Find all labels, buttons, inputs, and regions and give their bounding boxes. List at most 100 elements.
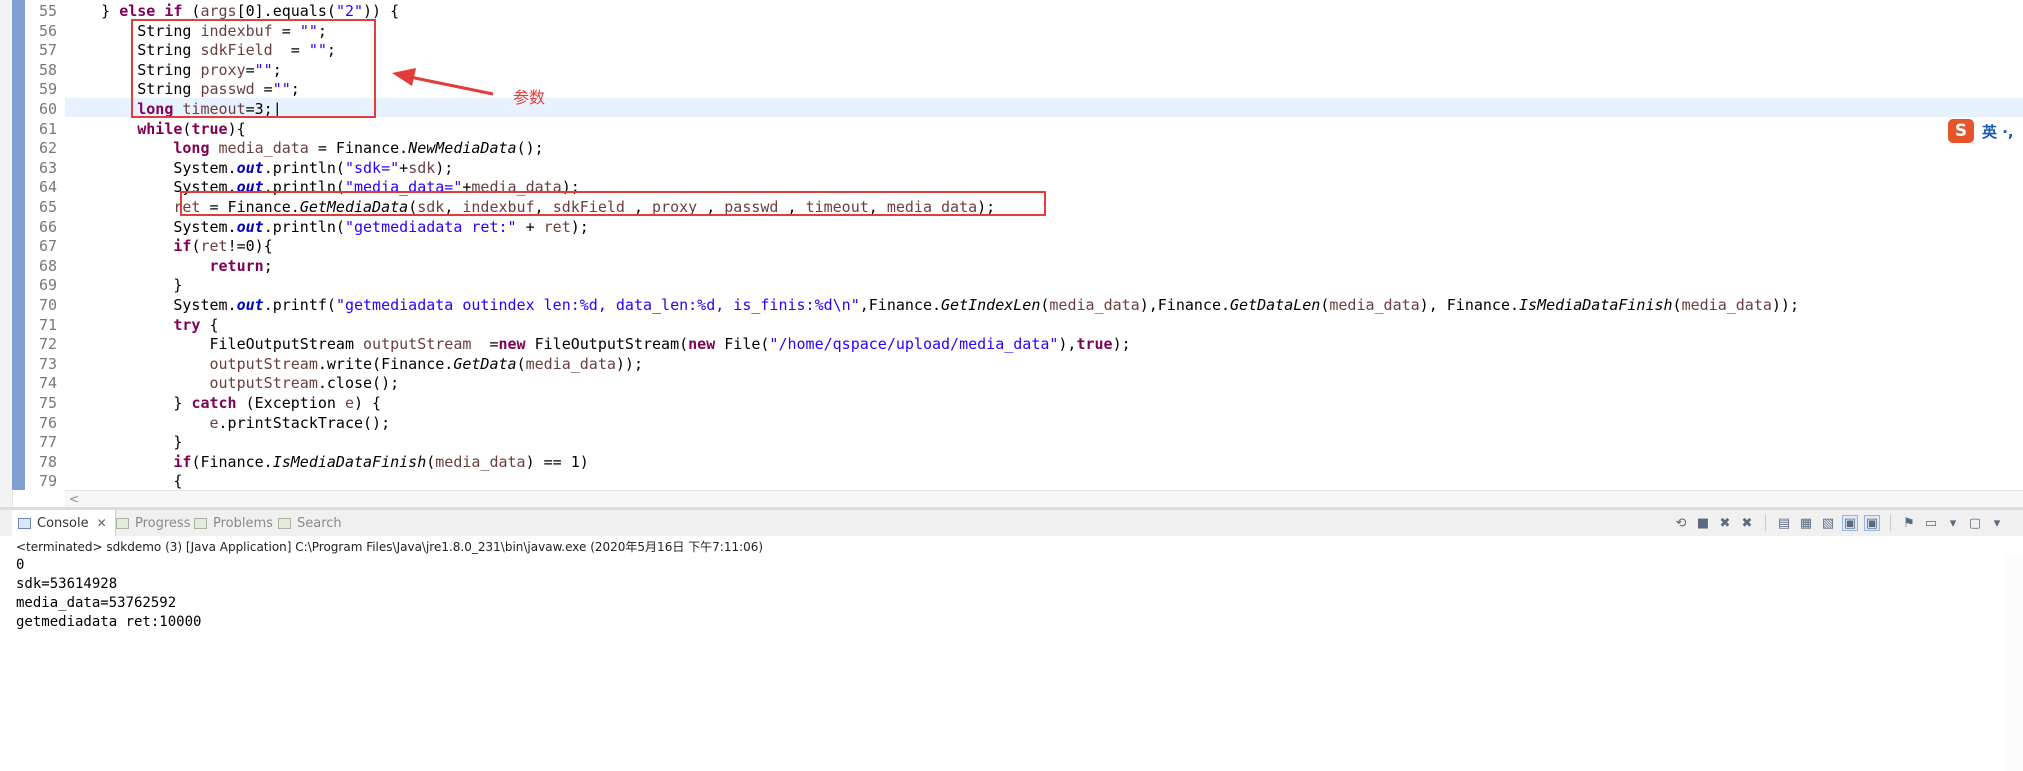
code-text: } catch (Exception e) { bbox=[65, 394, 382, 412]
line-number: 76 bbox=[38, 413, 57, 432]
ime-mode-text: 英 ·, bbox=[1982, 122, 2014, 141]
code-line[interactable]: 72 FileOutputStream outputStream =new Fi… bbox=[39, 335, 1131, 354]
console-output-line: sdk=53614928 bbox=[16, 576, 118, 592]
line-number: 64 bbox=[38, 178, 57, 197]
tab-label: Progress bbox=[135, 515, 191, 531]
code-line[interactable]: 76 e.printStackTrace(); bbox=[39, 413, 391, 433]
console-output-area[interactable] bbox=[0, 536, 2023, 771]
search-icon bbox=[278, 517, 291, 529]
show-on-stdout-icon[interactable]: ▣ bbox=[1842, 515, 1858, 531]
tab-label: Search bbox=[297, 515, 342, 531]
pin-console-icon[interactable]: ⚑ bbox=[1901, 515, 1917, 531]
code-line[interactable]: 70 System.out.printf("getmediadata outin… bbox=[39, 296, 1799, 315]
tab-progress[interactable]: Progress bbox=[110, 510, 190, 536]
line-number: 57 bbox=[38, 41, 57, 60]
console-output-line: 0 bbox=[16, 557, 25, 573]
annotation-arrow-icon bbox=[392, 68, 494, 96]
console-output: 0 sdk=53614928 media_data=53762592 getmedia… bbox=[16, 556, 201, 632]
tab-label: Problems bbox=[213, 515, 273, 531]
line-number: 63 bbox=[38, 158, 57, 177]
code-text: System.out.printf("getmediadata outindex… bbox=[65, 296, 1799, 314]
code-text: outputStream.close(); bbox=[209, 374, 400, 393]
code-line[interactable]: 78 if(Finance.IsMediaDataFinish(media_da… bbox=[39, 452, 589, 472]
annotation-label: 参数 bbox=[513, 88, 546, 107]
chevron-down-icon[interactable]: ▾ bbox=[1989, 515, 2005, 531]
code-text: long media_data = Finance.NewMediaData()… bbox=[173, 139, 544, 158]
problems-icon bbox=[194, 517, 207, 529]
code-text: return; bbox=[209, 256, 273, 275]
code-line[interactable]: 79 { bbox=[39, 472, 183, 491]
code-line[interactable]: 77 } bbox=[39, 433, 183, 452]
getmediadata-call-highlight-box bbox=[180, 191, 1046, 216]
line-number: 55 bbox=[38, 2, 57, 20]
tab-problems[interactable]: Problems bbox=[188, 510, 273, 536]
close-icon[interactable]: ✕ bbox=[97, 516, 107, 530]
console-output-line: getmediadata ret:10000 bbox=[16, 614, 202, 630]
code-editor[interactable]: 55 } else if (args[0].equals("2")) {56 S… bbox=[0, 0, 2023, 507]
remove-all-icon[interactable]: ✖ bbox=[1739, 515, 1755, 531]
code-text: System.out.println("getmediadata ret:" +… bbox=[65, 217, 589, 236]
terminate-icon[interactable]: ■ bbox=[1695, 515, 1711, 531]
console-view-header: Console ✕ Progress Problems Search ⟲ ■ ✖… bbox=[0, 510, 2023, 537]
code-text: } bbox=[65, 433, 183, 452]
line-number: 60 bbox=[38, 100, 57, 118]
progress-icon bbox=[116, 517, 129, 529]
code-line[interactable]: 74 outputStream.close(); bbox=[39, 374, 400, 393]
code-line[interactable]: 62 long media_data = Finance.NewMediaDat… bbox=[39, 139, 544, 158]
show-on-stderr-icon[interactable]: ▣ bbox=[1864, 515, 1880, 531]
code-line[interactable]: 67 if(ret!=0){ bbox=[39, 237, 273, 256]
code-text: } bbox=[65, 276, 183, 295]
link-icon[interactable]: ⟲ bbox=[1673, 515, 1689, 531]
remove-launch-icon[interactable]: ✖ bbox=[1717, 515, 1733, 531]
console-icon bbox=[18, 517, 31, 529]
code-line[interactable]: 69 } bbox=[39, 276, 183, 295]
line-number: 78 bbox=[38, 452, 57, 471]
line-number: 70 bbox=[38, 296, 57, 314]
clear-console-icon[interactable]: ▤ bbox=[1776, 515, 1792, 531]
code-line[interactable]: 75 } catch (Exception e) { bbox=[39, 394, 382, 413]
new-console-icon[interactable]: ▢ bbox=[1967, 515, 1983, 531]
code-text: outputStream.write(Finance.GetData(media… bbox=[209, 354, 644, 373]
line-number: 65 bbox=[38, 198, 57, 216]
code-line[interactable]: 71 try { bbox=[39, 315, 219, 335]
line-number: 72 bbox=[38, 335, 57, 354]
line-number: 58 bbox=[38, 60, 57, 79]
code-text: { bbox=[65, 472, 183, 491]
terminated-status: <terminated> sdkdemo (3) [Java Applicati… bbox=[16, 540, 764, 554]
toolbar-divider bbox=[1765, 515, 1766, 531]
code-line[interactable]: 66 System.out.println("getmediadata ret:… bbox=[39, 217, 589, 237]
line-number: 61 bbox=[38, 119, 57, 138]
line-number: 77 bbox=[38, 433, 57, 452]
scroll-left-arrow-icon[interactable]: < bbox=[69, 491, 79, 507]
line-number: 62 bbox=[38, 139, 57, 158]
code-line[interactable]: 61 while(true){ bbox=[39, 120, 246, 139]
line-number: 75 bbox=[38, 394, 57, 412]
code-text: e.printStackTrace(); bbox=[209, 413, 391, 432]
code-text: FileOutputStream outputStream =new FileO… bbox=[65, 335, 1131, 354]
line-number: 74 bbox=[38, 374, 57, 393]
editor-horizontal-scrollbar[interactable]: < bbox=[65, 490, 2023, 507]
scroll-lock-icon[interactable]: ▦ bbox=[1798, 515, 1814, 531]
code-text: if(ret!=0){ bbox=[173, 237, 273, 256]
line-number: 67 bbox=[38, 237, 57, 256]
tab-search[interactable]: Search bbox=[272, 510, 342, 536]
word-wrap-icon[interactable]: ▧ bbox=[1820, 515, 1836, 531]
sogou-ime-icon: S bbox=[1948, 119, 1974, 143]
display-console-icon[interactable]: ▭ bbox=[1923, 515, 1939, 531]
tab-console[interactable]: Console ✕ bbox=[12, 510, 116, 536]
code-text: System.out.println("sdk="+sdk); bbox=[65, 158, 454, 177]
code-line[interactable]: 63 System.out.println("sdk="+sdk); bbox=[39, 158, 454, 178]
chevron-down-icon[interactable]: ▾ bbox=[1945, 515, 1961, 531]
console-output-line: media_data=53762592 bbox=[16, 595, 177, 611]
line-number: 68 bbox=[38, 256, 57, 275]
ime-status-badge[interactable]: S 英 ·, bbox=[1948, 118, 2014, 144]
console-vertical-scrollbar[interactable] bbox=[2006, 556, 2023, 771]
code-text: try { bbox=[173, 315, 219, 334]
code-line[interactable]: 68 return; bbox=[39, 256, 273, 276]
code-text: } else if (args[0].equals("2")) { bbox=[65, 2, 400, 20]
toolbar-divider bbox=[1890, 515, 1891, 531]
code-text: if(Finance.IsMediaDataFinish(media_data)… bbox=[173, 452, 589, 471]
line-number: 73 bbox=[38, 354, 57, 373]
line-number: 69 bbox=[38, 276, 57, 295]
code-line[interactable]: 73 outputStream.write(Finance.GetData(me… bbox=[39, 354, 644, 374]
